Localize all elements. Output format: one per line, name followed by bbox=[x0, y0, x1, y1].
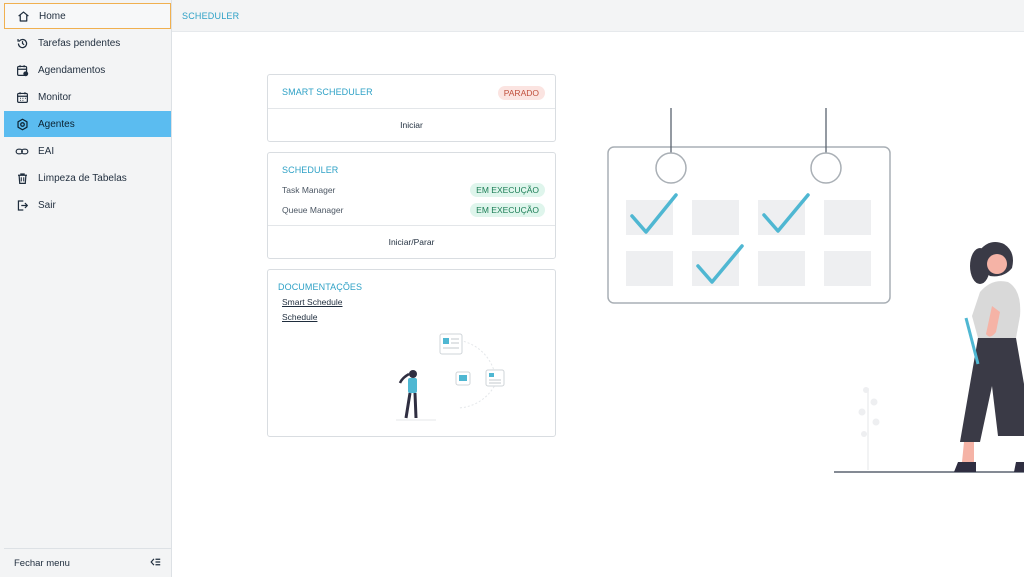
sidebar-item-sair[interactable]: Sair bbox=[4, 192, 171, 218]
top-bar: SCHEDULER bbox=[172, 0, 1024, 32]
task-manager-label: Task Manager bbox=[282, 185, 336, 195]
app-window: Home Tarefas pendentes Agendamentos Moni… bbox=[0, 0, 1024, 577]
calendar-clock-icon bbox=[14, 62, 30, 78]
person-illustration bbox=[834, 242, 1024, 473]
scheduler-card: SCHEDULER Task Manager EM EXECUÇÃO Queue… bbox=[267, 152, 556, 259]
sidebar-item-eai[interactable]: EAI bbox=[4, 138, 171, 164]
sidebar-item-label: Agendamentos bbox=[38, 64, 106, 76]
documentation-card: DOCUMENTAÇÕES Smart Schedule Schedule bbox=[267, 269, 556, 437]
smart-schedule-link[interactable]: Smart Schedule bbox=[282, 297, 342, 307]
smart-scheduler-card: SMART SCHEDULER PARADO Iniciar bbox=[267, 74, 556, 142]
sidebar-item-agentes[interactable]: Agentes bbox=[4, 111, 171, 137]
status-badge: PARADO bbox=[497, 86, 545, 100]
sidebar-item-label: Monitor bbox=[38, 91, 72, 103]
sidebar-item-label: Sair bbox=[38, 199, 56, 211]
sidebar-item-monitor[interactable]: Monitor bbox=[4, 84, 171, 110]
collapse-menu-icon bbox=[150, 557, 161, 570]
card-title: SMART SCHEDULER bbox=[282, 87, 373, 97]
card-title: SCHEDULER bbox=[282, 165, 339, 175]
schedule-link[interactable]: Schedule bbox=[282, 312, 317, 322]
close-menu-button[interactable]: Fechar menu bbox=[4, 548, 171, 577]
trash-icon bbox=[14, 170, 30, 186]
sidebar-item-label: Agentes bbox=[38, 118, 75, 130]
history-icon bbox=[14, 35, 30, 51]
close-menu-label: Fechar menu bbox=[14, 557, 70, 569]
sidebar-item-agendamentos[interactable]: Agendamentos bbox=[4, 57, 171, 83]
status-badge: EM EXECUÇÃO bbox=[470, 203, 545, 217]
sidebar-item-limpeza-de-tabelas[interactable]: Limpeza de Tabelas bbox=[4, 165, 171, 191]
settings-gear-icon bbox=[14, 116, 30, 132]
sidebar-item-label: Home bbox=[39, 10, 66, 22]
link-icon bbox=[14, 143, 30, 159]
start-stop-button[interactable]: Iniciar/Parar bbox=[268, 225, 555, 258]
start-button[interactable]: Iniciar bbox=[268, 108, 555, 141]
home-icon bbox=[15, 8, 31, 24]
sidebar-item-label: Limpeza de Tabelas bbox=[38, 172, 127, 184]
sidebar-item-tarefas-pendentes[interactable]: Tarefas pendentes bbox=[4, 30, 171, 56]
sidebar: Home Tarefas pendentes Agendamentos Moni… bbox=[0, 0, 172, 577]
breadcrumb: SCHEDULER bbox=[182, 10, 240, 21]
status-badge: EM EXECUÇÃO bbox=[470, 183, 545, 197]
calendar-icon bbox=[14, 89, 30, 105]
logout-icon bbox=[14, 197, 30, 213]
sidebar-item-label: Tarefas pendentes bbox=[38, 37, 121, 49]
sidebar-item-home[interactable]: Home bbox=[4, 3, 171, 29]
sidebar-item-label: EAI bbox=[38, 145, 55, 157]
card-title: DOCUMENTAÇÕES bbox=[278, 282, 363, 292]
documentation-illustration bbox=[396, 333, 505, 421]
queue-manager-label: Queue Manager bbox=[282, 205, 344, 215]
